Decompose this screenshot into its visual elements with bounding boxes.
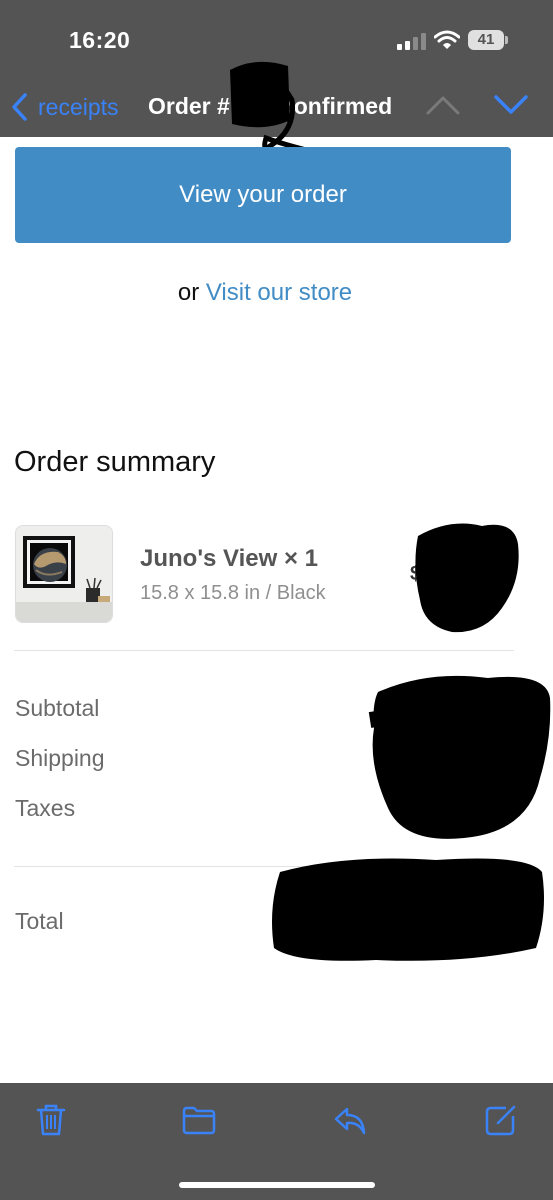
redaction-scribble xyxy=(368,675,551,839)
chevron-left-icon xyxy=(12,93,27,121)
wifi-icon xyxy=(434,30,460,49)
total-label: Total xyxy=(15,908,64,934)
redaction-scribble xyxy=(272,858,544,961)
battery-tip xyxy=(505,36,508,44)
reply-icon[interactable] xyxy=(333,1103,367,1137)
view-order-button[interactable]: View your order xyxy=(15,147,511,243)
visit-store-link[interactable]: Visit our store xyxy=(206,279,352,306)
next-message-button[interactable] xyxy=(492,92,530,118)
product-variant: 15.8 x 15.8 in / Black xyxy=(140,582,326,604)
trash-icon[interactable] xyxy=(34,1103,68,1137)
back-button[interactable]: receipts xyxy=(10,90,119,124)
previous-message-button[interactable] xyxy=(424,92,462,118)
shipping-label: Shipping xyxy=(15,745,105,771)
folder-icon[interactable] xyxy=(182,1103,216,1137)
framed-print-image xyxy=(16,526,112,622)
visit-store-line: or Visit our store xyxy=(0,279,530,307)
status-time: 16:20 xyxy=(69,27,131,53)
or-text: or xyxy=(177,279,206,306)
taxes-label: Taxes xyxy=(15,795,76,821)
divider xyxy=(14,650,514,651)
redaction-scribble xyxy=(230,61,315,155)
product-name: Juno's View × 1 xyxy=(140,545,319,572)
back-label: receipts xyxy=(38,93,119,120)
compose-icon[interactable] xyxy=(484,1103,518,1137)
redaction-scribble xyxy=(415,523,519,633)
battery-indicator: 41 xyxy=(468,30,504,50)
signal-icon xyxy=(397,33,427,50)
subtotal-label: Subtotal xyxy=(15,695,100,721)
product-thumbnail xyxy=(15,525,113,623)
home-indicator xyxy=(179,1182,375,1188)
order-summary-heading: Order summary xyxy=(14,446,216,478)
